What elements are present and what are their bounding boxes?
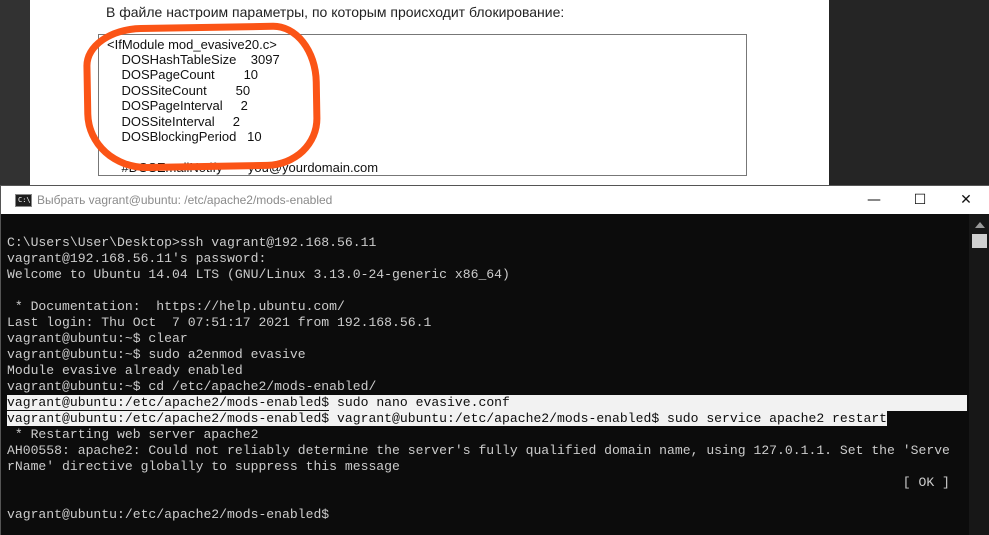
terminal-line: vagrant@ubuntu:~$ clear (7, 331, 188, 346)
terminal-line: * Restarting web server apache2 (7, 427, 259, 442)
terminal-line: AH00558: apache2: Could not reliably det… (7, 443, 950, 458)
scrollbar-thumb[interactable] (972, 234, 987, 248)
console-window[interactable]: C:\ Выбрать vagrant@ubuntu: /etc/apache2… (0, 185, 989, 535)
vertical-scrollbar[interactable] (969, 214, 989, 535)
document-page: В файле настроим параметры, по которым п… (30, 0, 829, 187)
terminal-line: [ OK ] (7, 475, 950, 490)
minimize-button[interactable]: — (851, 186, 897, 214)
terminal-line: rName' directive globally to suppress th… (7, 459, 400, 474)
terminal-line: vagrant@ubuntu:/etc/apache2/mods-enabled… (7, 411, 888, 426)
terminal-line: Welcome to Ubuntu 14.04 LTS (GNU/Linux 3… (7, 267, 510, 282)
terminal-line: * Documentation: https://help.ubuntu.com… (7, 299, 345, 314)
document-intro-text: В файле настроим параметры, по которым п… (106, 4, 565, 20)
console-app-icon: C:\ (15, 194, 32, 207)
terminal-line: Last login: Thu Oct 7 07:51:17 2021 from… (7, 315, 432, 330)
terminal-line: vagrant@ubuntu:/etc/apache2/mods-enabled… (7, 507, 330, 522)
console-titlebar[interactable]: C:\ Выбрать vagrant@ubuntu: /etc/apache2… (1, 186, 989, 214)
terminal-line: vagrant@192.168.56.11's password: (7, 251, 267, 266)
terminal-line: C:\Users\User\Desktop>ssh vagrant@192.16… (7, 235, 377, 250)
orange-highlight-circle (82, 21, 322, 173)
maximize-button[interactable]: ☐ (897, 186, 943, 214)
scroll-up-arrow-icon[interactable] (975, 222, 985, 228)
terminal-line: vagrant@ubuntu:~$ sudo a2enmod evasive (7, 347, 306, 362)
terminal-line: vagrant@ubuntu:~$ cd /etc/apache2/mods-e… (7, 379, 377, 394)
close-button[interactable]: ✕ (943, 186, 989, 214)
terminal-line: Module evasive already enabled (7, 363, 243, 378)
terminal-output[interactable]: C:\Users\User\Desktop>ssh vagrant@192.16… (7, 219, 967, 523)
terminal-line: vagrant@ubuntu:/etc/apache2/mods-enabled… (7, 395, 967, 411)
console-title: Выбрать vagrant@ubuntu: /etc/apache2/mod… (37, 193, 333, 207)
